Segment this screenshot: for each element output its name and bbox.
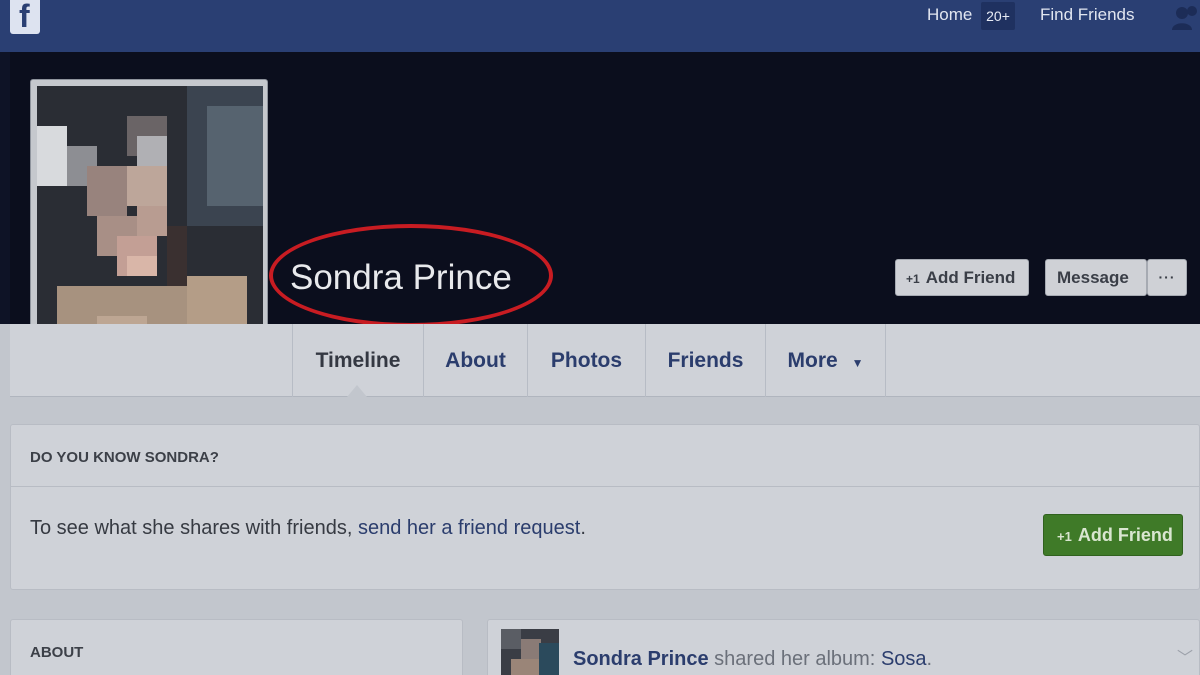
nav-home-link[interactable]: Home (927, 5, 972, 25)
tab-more[interactable]: More ▼ (765, 324, 886, 397)
tab-photos[interactable]: Photos (527, 324, 645, 397)
post-headline: Sondra Prince shared her album: Sosa. (573, 648, 932, 671)
profile-tab-bar: Timeline About Photos Friends More ▼ (10, 324, 1200, 397)
top-nav-bar: f Home 20+ Find Friends (0, 0, 1200, 52)
nav-find-friends-link[interactable]: Find Friends (1040, 5, 1134, 25)
more-options-button[interactable]: ··· (1147, 259, 1187, 296)
do-you-know-title: DO YOU KNOW SONDRA? (30, 449, 219, 466)
cover-edge (0, 52, 10, 324)
highlight-circle-annotation (269, 224, 553, 327)
nav-home-count-badge[interactable]: 20+ (981, 2, 1015, 30)
do-you-know-header: DO YOU KNOW SONDRA? (11, 425, 1199, 487)
post-period: . (926, 648, 933, 670)
about-card-title: ABOUT (30, 644, 84, 661)
add-friend-label: Add Friend (925, 268, 1016, 287)
post-options-chevron-icon[interactable]: ﹀ (1177, 644, 1193, 668)
feed-post-card: Sondra Prince shared her album: Sosa. ﹀ (487, 619, 1200, 675)
about-card: ABOUT (10, 619, 463, 675)
send-friend-request-link[interactable]: send her a friend request (358, 517, 580, 539)
post-action-text: shared her album: (708, 648, 881, 670)
do-you-know-period: . (580, 517, 586, 539)
do-you-know-text: To see what she shares with friends, (30, 517, 358, 539)
message-button[interactable]: Message (1045, 259, 1147, 296)
facebook-logo-letter: f (19, 0, 30, 34)
post-album-link[interactable]: Sosa (881, 648, 927, 670)
friend-requests-icon[interactable] (1170, 4, 1200, 30)
add-friend-green-label: Add Friend (1077, 525, 1173, 545)
do-you-know-card: DO YOU KNOW SONDRA? To see what she shar… (10, 424, 1200, 590)
active-tab-indicator (347, 385, 367, 397)
tab-friends[interactable]: Friends (645, 324, 765, 397)
post-author-avatar[interactable] (501, 629, 559, 675)
tab-about[interactable]: About (423, 324, 527, 397)
add-friend-icon: +1 (906, 272, 920, 286)
facebook-logo[interactable]: f (10, 0, 40, 34)
do-you-know-message: To see what she shares with friends, sen… (30, 517, 586, 540)
add-friend-green-icon: +1 (1057, 529, 1072, 544)
profile-photo-pixelated (37, 86, 263, 362)
add-friend-button[interactable]: +1 Add Friend (895, 259, 1029, 296)
add-friend-green-button[interactable]: +1 Add Friend (1043, 514, 1183, 556)
chevron-down-icon: ▼ (851, 356, 864, 370)
tab-more-label: More (787, 349, 838, 372)
post-author-link[interactable]: Sondra Prince (573, 648, 709, 670)
